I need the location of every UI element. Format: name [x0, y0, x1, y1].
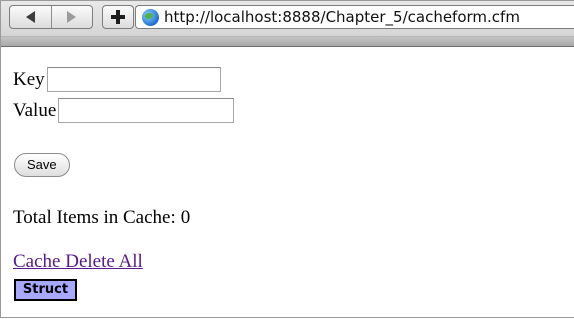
value-row: Value: [13, 98, 235, 123]
cache-total: Total Items in Cache: 0: [13, 207, 190, 229]
nav-button-group: [9, 5, 93, 29]
cache-total-label: Total Items in Cache:: [13, 207, 176, 228]
toolbar-bottom-strip: [1, 36, 574, 46]
struct-dump-header[interactable]: Struct: [14, 279, 77, 301]
cache-total-count: 0: [180, 207, 191, 228]
url-text[interactable]: http://localhost:8888/Chapter_5/cachefor…: [164, 8, 520, 26]
plus-icon: [111, 10, 125, 24]
address-bar[interactable]: http://localhost:8888/Chapter_5/cachefor…: [135, 5, 574, 29]
value-label: Value: [13, 99, 57, 121]
forward-arrow-icon: [67, 11, 77, 23]
back-arrow-icon: [25, 11, 35, 23]
key-input[interactable]: [46, 67, 221, 92]
globe-icon: [142, 8, 159, 26]
forward-button[interactable]: [50, 6, 93, 28]
key-row: Key: [13, 67, 221, 92]
value-input[interactable]: [58, 98, 235, 123]
key-label: Key: [13, 68, 45, 90]
add-bookmark-button[interactable]: [102, 5, 134, 29]
back-button[interactable]: [10, 6, 51, 28]
browser-toolbar: http://localhost:8888/Chapter_5/cachefor…: [1, 1, 574, 47]
page-content: Key Value Save Total Items in Cache: 0 Ca…: [1, 47, 574, 319]
save-button[interactable]: Save: [14, 153, 70, 177]
browser-window: http://localhost:8888/Chapter_5/cachefor…: [0, 0, 574, 318]
cache-delete-all-link[interactable]: Cache Delete All: [13, 251, 143, 273]
